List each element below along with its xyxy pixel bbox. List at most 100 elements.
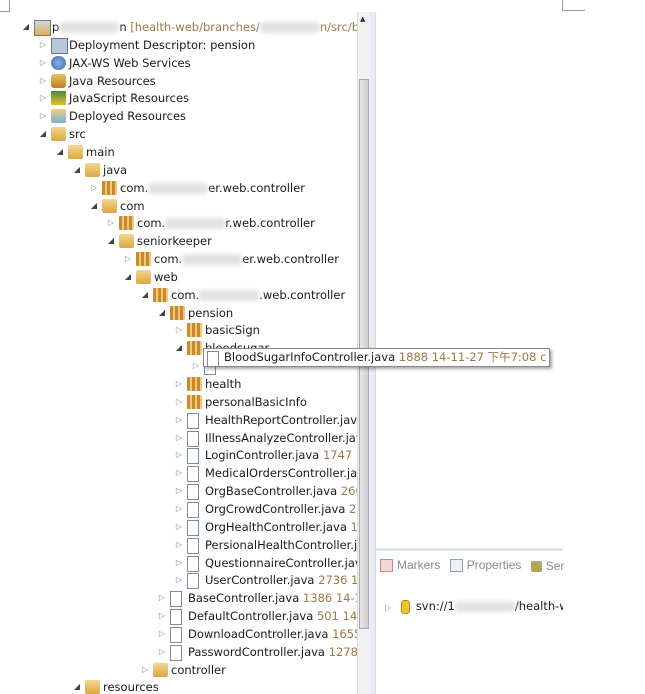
tree-item[interactable]: ▷ LoginController.java 1747 14	[0, 446, 357, 465]
expand-arrow-icon[interactable]: ▷	[157, 607, 167, 625]
tree-item[interactable]: ◢ com	[0, 197, 357, 215]
tree-item[interactable]: ▷ Deployment Descriptor: pension	[0, 36, 357, 54]
tree-item[interactable]: ▷ basicSign	[0, 321, 357, 339]
expand-arrow-icon[interactable]: ▷	[157, 589, 167, 607]
tree-item[interactable]: ◢ p n [health-web/branches/n/src/bug289/p	[0, 18, 357, 36]
collapse-arrow-icon[interactable]: ◢	[72, 161, 82, 179]
tree-item-label: com. .web.controller	[171, 286, 345, 304]
collapse-arrow-icon[interactable]: ◢	[72, 678, 82, 694]
expand-arrow-icon[interactable]: ▷	[38, 72, 48, 90]
tab-markers[interactable]: Markers	[380, 556, 440, 574]
collapse-arrow-icon[interactable]: ◢	[21, 18, 31, 36]
tree-item-label: PasswordController.java 1278 1	[188, 643, 357, 661]
tree-item[interactable]: ◢ web	[0, 268, 357, 286]
tree-item[interactable]: ▷ Deployed Resources	[0, 107, 357, 125]
item-name: BaseController.java	[188, 591, 300, 606]
redacted-text	[182, 254, 243, 266]
collapse-arrow-icon[interactable]: ◢	[89, 197, 99, 215]
tree-item[interactable]: ◢ src	[0, 125, 357, 143]
tree-item[interactable]: ▷ PasswordController.java 1278 1	[0, 643, 357, 661]
tree-item-label: IllnessAnalyzeController.java	[205, 429, 357, 447]
expand-arrow-icon[interactable]: ▷	[157, 643, 167, 661]
collapse-arrow-icon[interactable]: ◢	[123, 268, 133, 286]
collapse-arrow-icon[interactable]: ◢	[157, 304, 167, 322]
expand-arrow-icon[interactable]: ▷	[123, 250, 133, 268]
tree-item[interactable]: ▷ QuestionnaireController.java	[0, 554, 357, 572]
package-icon	[187, 341, 202, 356]
item-name-suffix: .web.controller	[259, 287, 346, 302]
tree-item-label: com. r.web.controller	[137, 214, 315, 232]
expand-arrow-icon[interactable]: ▷	[38, 36, 48, 54]
web-services-icon	[51, 55, 66, 70]
tree-item[interactable]: ◢ main	[0, 143, 357, 161]
expand-arrow-icon[interactable]: ▷	[174, 571, 184, 589]
tree-item[interactable]: ▷ OrgBaseController.java 2668	[0, 482, 357, 501]
tree-item[interactable]: ▷ OrgHealthController.java 172	[0, 518, 357, 536]
tab-servers[interactable]: Ser	[530, 557, 564, 575]
tree-item-label: Deployment Descriptor: pension	[69, 36, 255, 54]
expand-arrow-icon[interactable]: ▷	[140, 661, 150, 679]
collapse-arrow-icon[interactable]: ◢	[55, 143, 65, 161]
expand-arrow-icon[interactable]: ▷	[191, 357, 201, 375]
item-name: web	[154, 269, 178, 284]
expand-arrow-icon[interactable]: ▷	[174, 482, 184, 500]
package-icon	[102, 180, 117, 195]
tree-item[interactable]: ◢ seniorkeeper	[0, 232, 357, 250]
tree-item[interactable]: ▷ HealthReportController.java 1	[0, 411, 357, 429]
tree-item[interactable]: ▷ com. er.web.controller	[0, 250, 357, 268]
collapse-arrow-icon[interactable]: ◢	[140, 286, 150, 304]
expand-arrow-icon[interactable]: ▷	[174, 411, 184, 429]
tree-item[interactable]: ◢ java	[0, 161, 357, 179]
tree-item[interactable]: ▷ DefaultController.java 501 14-9-	[0, 607, 357, 626]
item-name-prefix: com.	[154, 252, 183, 267]
expand-arrow-icon[interactable]: ▷	[385, 603, 391, 612]
tree-item[interactable]: ▷ com. er.web.controller	[0, 179, 357, 197]
tree-item[interactable]: ▷ UserController.java 2736 15-	[0, 571, 357, 590]
expand-arrow-icon[interactable]: ▷	[174, 518, 184, 536]
tree-item[interactable]: ▷ MedicalOrdersController.java	[0, 464, 357, 483]
expand-arrow-icon[interactable]: ▷	[174, 375, 184, 393]
tree-item[interactable]: ▷ controller	[0, 661, 357, 679]
expand-arrow-icon[interactable]: ▷	[174, 321, 184, 339]
svn-repository-item[interactable]: ▷ svn://1/health-we	[385, 597, 563, 615]
expand-arrow-icon[interactable]: ▷	[38, 107, 48, 125]
expand-arrow-icon[interactable]: ▷	[106, 214, 116, 232]
tab-properties[interactable]: Properties	[449, 556, 521, 574]
tree-item[interactable]: ▷ com. r.web.controller	[0, 214, 357, 232]
tree-item[interactable]: ▷ JAX-WS Web Services	[0, 54, 357, 72]
expand-arrow-icon[interactable]: ▷	[89, 179, 99, 197]
tree-item[interactable]: ◢ resources	[0, 678, 357, 694]
expand-arrow-icon[interactable]: ▷	[174, 446, 184, 464]
expand-arrow-icon[interactable]: ▷	[174, 536, 184, 554]
tree-item[interactable]: ◢ com. .web.controller	[0, 286, 357, 304]
java-file-icon	[187, 430, 199, 447]
expand-arrow-icon[interactable]: ▷	[157, 625, 167, 643]
collapse-arrow-icon[interactable]: ◢	[106, 232, 116, 250]
full-name-hover-tooltip: BloodSugarInfoController.java 1888 14-11…	[203, 348, 550, 368]
tree-item[interactable]: ▷ Java Resources	[0, 72, 357, 90]
expand-arrow-icon[interactable]: ▷	[38, 54, 48, 72]
tree-item[interactable]: ▷ personalBasicInfo	[0, 393, 357, 411]
tree-item[interactable]: ▷ health	[0, 375, 357, 393]
collapse-arrow-icon[interactable]: ◢	[174, 339, 184, 357]
expand-arrow-icon[interactable]: ▷	[174, 393, 184, 411]
expand-arrow-icon[interactable]: ▷	[174, 554, 184, 572]
expand-arrow-icon[interactable]: ▷	[174, 500, 184, 518]
tree-item[interactable]: ◢ pension	[0, 304, 357, 322]
tree-item[interactable]: ▷ BaseController.java 1386 14-11	[0, 589, 357, 608]
tree-item-label: health	[205, 375, 241, 393]
tree-item[interactable]: ▷ DownloadController.java 1655 1	[0, 625, 357, 643]
tree-item[interactable]: ▷ JavaScript Resources	[0, 89, 357, 107]
expand-arrow-icon[interactable]: ▷	[38, 89, 48, 107]
tree-item[interactable]: ▷ PersionalHealthController.java	[0, 536, 357, 554]
folder-icon	[119, 234, 134, 249]
tree-item[interactable]: ▷ IllnessAnalyzeController.java	[0, 429, 357, 447]
expand-arrow-icon[interactable]: ▷	[174, 464, 184, 482]
tree-item-label: Java Resources	[69, 72, 156, 90]
collapse-arrow-icon[interactable]: ◢	[38, 125, 48, 143]
java-file-icon	[187, 501, 199, 518]
tree-item[interactable]: ▷ OrgCrowdController.java 276	[0, 500, 357, 518]
scroll-up-arrow-icon[interactable]: ▲	[360, 15, 365, 23]
expand-arrow-icon[interactable]: ▷	[174, 429, 184, 447]
package-icon	[170, 305, 185, 320]
